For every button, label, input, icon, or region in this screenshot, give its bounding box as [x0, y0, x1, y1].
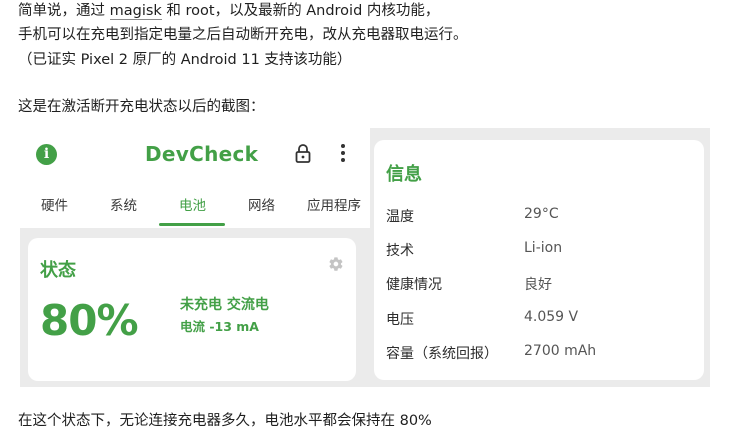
app-header: i DevCheck 硬件 系统 电池 网络 应用程序 — [20, 128, 370, 228]
lock-icon[interactable] — [294, 143, 312, 163]
charging-state: 未充电 交流电 — [180, 297, 269, 313]
tab-battery[interactable]: 电池 — [179, 194, 206, 214]
tab-apps[interactable]: 应用程序 — [307, 194, 361, 214]
devcheck-screenshot: i DevCheck 硬件 系统 电池 网络 应用程序 状态 80% 未充电 交… — [20, 128, 710, 387]
magisk-link[interactable]: magisk — [109, 3, 162, 20]
info-value-temperature: 29°C — [524, 206, 559, 222]
app-title: DevCheck — [145, 142, 259, 166]
article-line-3: （已证实 Pixel 2 原厂的 Android 11 支持该功能） — [18, 52, 352, 68]
status-title: 状态 — [40, 260, 76, 281]
tab-network[interactable]: 网络 — [248, 194, 275, 214]
tab-system[interactable]: 系统 — [110, 194, 137, 214]
status-card: 状态 80% 未充电 交流电 电流 -13 mA — [28, 238, 356, 381]
battery-percent: 80% — [40, 296, 139, 345]
article-line-5: 在这个状态下，无论连接充电器多久，电池水平都会保持在 80% — [18, 413, 432, 429]
line1-before: 简单说，通过 — [18, 3, 110, 19]
article-line-2: 手机可以在充电到指定电量之后自动断开充电，改从充电器取电运行。 — [18, 27, 468, 43]
info-icon[interactable]: i — [36, 144, 57, 165]
article-line-1: 简单说，通过 magisk 和 root，以及最新的 Android 内核功能， — [18, 0, 439, 22]
info-value-voltage: 4.059 V — [524, 309, 579, 325]
info-label-temperature: 温度 — [386, 209, 414, 225]
article-line-4: 这是在激活断开充电状态以后的截图： — [18, 99, 265, 115]
tab-hardware[interactable]: 硬件 — [41, 194, 68, 214]
battery-current: 电流 -13 mA — [180, 319, 259, 334]
gear-icon[interactable] — [328, 256, 344, 272]
info-label-health: 健康情况 — [386, 277, 442, 293]
more-vert-icon[interactable] — [338, 144, 348, 164]
info-card: 信息 温度 29°C 技术 Li-ion 健康情况 良好 电压 4.059 V … — [374, 140, 704, 380]
line1-after: 和 root，以及最新的 Android 内核功能， — [161, 3, 440, 19]
info-value-capacity: 2700 mAh — [524, 343, 597, 359]
info-label-capacity: 容量（系统回报） — [386, 346, 498, 362]
active-tab-indicator — [159, 223, 225, 226]
info-value-health: 良好 — [524, 277, 552, 293]
info-label-technology: 技术 — [386, 243, 414, 259]
info-value-technology: Li-ion — [524, 240, 563, 256]
info-title: 信息 — [386, 164, 422, 185]
info-label-voltage: 电压 — [386, 312, 414, 328]
